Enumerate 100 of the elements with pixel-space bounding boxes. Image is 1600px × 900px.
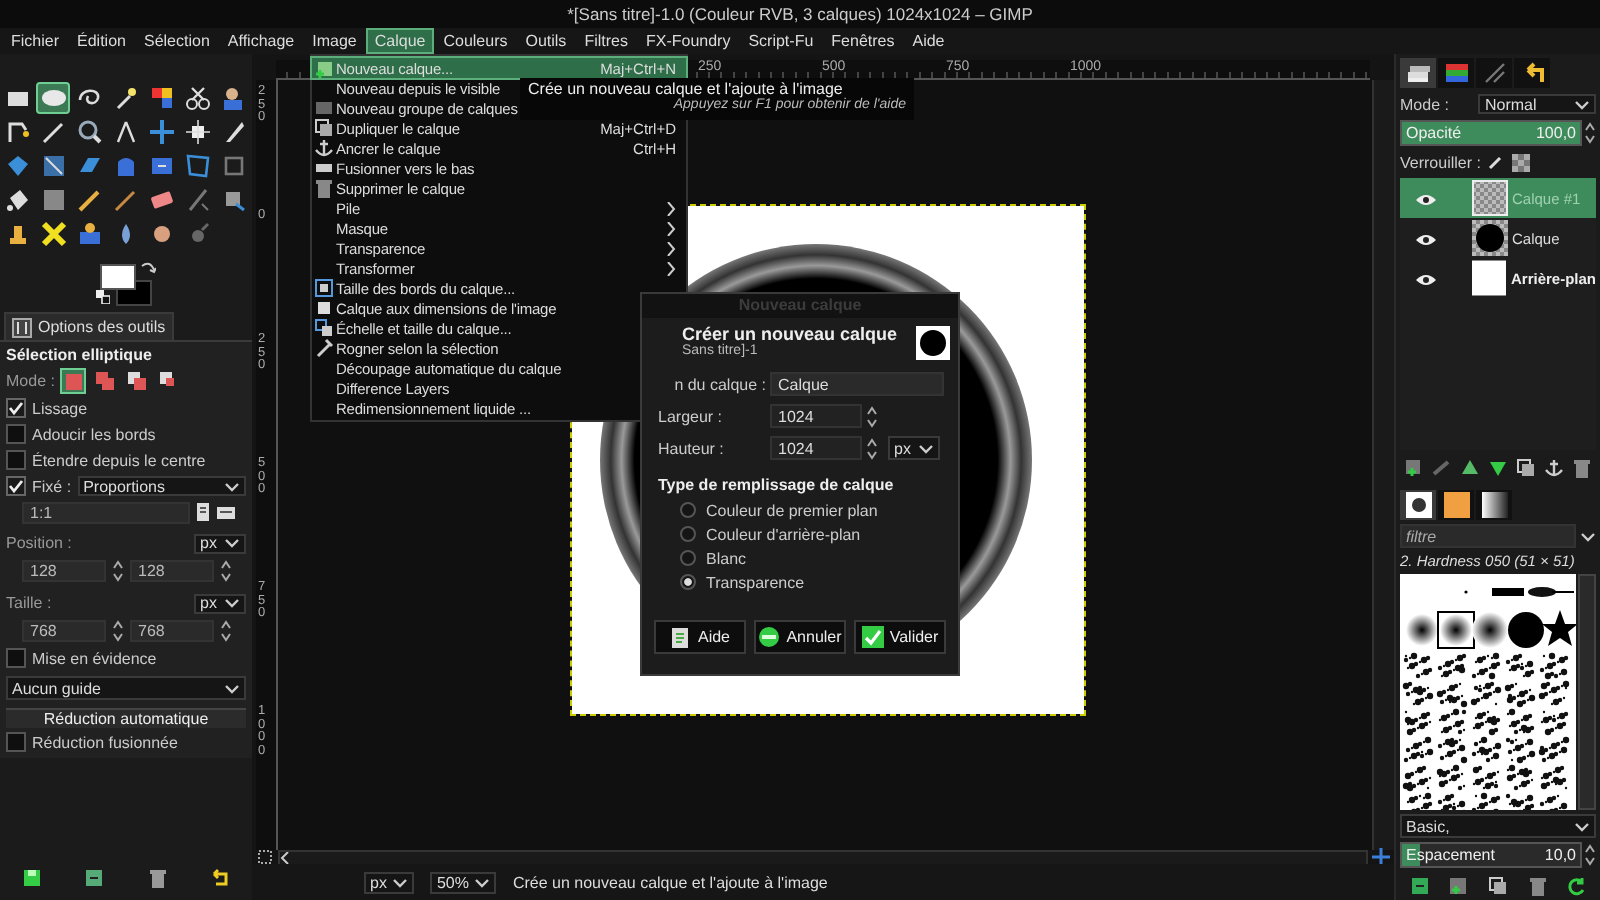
default-colors-icon[interactable] bbox=[96, 290, 110, 304]
spacing-slider[interactable]: Espacement 10,0 bbox=[1400, 842, 1582, 868]
trash-icon[interactable] bbox=[1572, 458, 1592, 478]
tool-button[interactable] bbox=[180, 116, 214, 148]
unit-dropdown[interactable]: px bbox=[194, 593, 246, 613]
window-title: *[Sans titre]-1.0 (Couleur RVB, 3 calques) 1024x1024 – GIMP bbox=[567, 4, 1033, 24]
checkbox-label: Mise en évidence bbox=[32, 649, 157, 667]
number-field[interactable]: 768 bbox=[130, 620, 214, 642]
tool-options-tab[interactable]: Options des outils bbox=[4, 312, 174, 340]
radio-button[interactable] bbox=[680, 526, 696, 542]
brush-lock-icon[interactable] bbox=[1488, 154, 1505, 170]
menubar-item[interactable]: Affichage bbox=[218, 28, 304, 54]
dock-tab[interactable] bbox=[1514, 58, 1550, 88]
menubar-item[interactable]: Édition bbox=[68, 28, 135, 54]
radio-label: Blanc bbox=[706, 549, 747, 567]
radio-button[interactable] bbox=[680, 574, 696, 590]
unit-dropdown[interactable]: px bbox=[364, 871, 415, 893]
radio-button[interactable] bbox=[680, 502, 696, 518]
checkbox[interactable] bbox=[6, 648, 26, 668]
checkbox[interactable] bbox=[6, 732, 26, 752]
mode-label: Mode : bbox=[6, 372, 55, 390]
menubar-item[interactable]: Aide bbox=[903, 28, 954, 54]
restore-icon[interactable] bbox=[84, 868, 105, 888]
refresh-icon[interactable] bbox=[1566, 876, 1587, 896]
dropdown[interactable]: Aucun guide bbox=[6, 676, 246, 700]
quick-mask-icon[interactable] bbox=[258, 850, 274, 864]
menubar-item[interactable]: Calque bbox=[365, 28, 435, 54]
menubar-item[interactable]: FX-Foundry bbox=[636, 28, 740, 54]
name-field[interactable]: Calque bbox=[770, 372, 944, 396]
tool-button[interactable] bbox=[180, 82, 214, 114]
tool-icon bbox=[147, 152, 175, 180]
ratio-field[interactable]: 1:1 bbox=[22, 501, 190, 523]
dock-tab[interactable] bbox=[1400, 58, 1436, 88]
unit-dropdown[interactable]: px bbox=[194, 533, 246, 553]
landscape-icon[interactable] bbox=[216, 505, 236, 519]
brush-grid-drawing[interactable] bbox=[1400, 574, 1576, 810]
menubar-item[interactable]: Fichier bbox=[2, 28, 69, 54]
swap-arrows-icon[interactable] bbox=[140, 260, 156, 276]
opacity-slider[interactable]: Opacité 100,0 bbox=[1400, 120, 1582, 146]
dropdown[interactable]: Proportions bbox=[77, 476, 246, 496]
reset-icon[interactable] bbox=[210, 868, 231, 888]
navigate-icon[interactable] bbox=[1372, 848, 1390, 866]
dock-tab[interactable] bbox=[1438, 58, 1474, 88]
tool-button[interactable] bbox=[36, 218, 70, 250]
raise-icon[interactable] bbox=[1460, 458, 1480, 478]
duplicate-icon[interactable] bbox=[1487, 876, 1508, 896]
number-field[interactable]: 1024 bbox=[770, 436, 862, 460]
menubar-item[interactable]: Image bbox=[303, 28, 366, 54]
menubar-item[interactable]: Outils bbox=[516, 28, 576, 54]
checkbox[interactable] bbox=[6, 398, 26, 418]
menubar-item[interactable]: Fenêtres bbox=[822, 28, 904, 54]
trash-icon[interactable] bbox=[1527, 876, 1548, 896]
tag-dropdown[interactable]: Basic, bbox=[1400, 814, 1596, 838]
caret-icon bbox=[918, 441, 934, 455]
dialog-heading: Créer un nouveau calque bbox=[682, 324, 900, 344]
lower-icon[interactable] bbox=[1488, 458, 1508, 478]
mode-button[interactable] bbox=[60, 368, 87, 394]
spin-arrows-icon bbox=[220, 620, 232, 642]
portrait-icon[interactable] bbox=[196, 502, 210, 522]
ok-button[interactable]: Valider bbox=[854, 620, 946, 654]
number-field[interactable]: 128 bbox=[130, 560, 214, 582]
number-field[interactable]: 128 bbox=[22, 560, 106, 582]
layer-thumbnail bbox=[1472, 220, 1508, 256]
filter-field[interactable]: filtre bbox=[1400, 524, 1576, 548]
dock-tab[interactable] bbox=[1438, 490, 1474, 520]
slider-value: 10,0 bbox=[1544, 846, 1576, 864]
new-brush-icon[interactable] bbox=[1448, 876, 1469, 896]
number-field[interactable]: 1024 bbox=[770, 404, 862, 428]
checker-lock-icon[interactable] bbox=[1512, 153, 1531, 171]
menubar-item[interactable]: Filtres bbox=[575, 28, 637, 54]
cancel-button[interactable]: Annuler bbox=[754, 620, 846, 654]
caret-icon bbox=[224, 596, 240, 610]
tool-icon bbox=[147, 118, 175, 146]
save-icon[interactable] bbox=[21, 868, 42, 888]
auto-shrink-button[interactable]: Réduction automatique bbox=[6, 708, 246, 728]
dock-tab[interactable] bbox=[1400, 490, 1436, 520]
zoom-dropdown[interactable]: 50% bbox=[430, 871, 497, 893]
new-layer-icon[interactable] bbox=[1404, 458, 1424, 478]
number-field[interactable]: 768 bbox=[22, 620, 106, 642]
scrollbar[interactable] bbox=[1578, 574, 1596, 810]
help-button[interactable]: Aide bbox=[654, 620, 746, 654]
color-swatches-drawing[interactable] bbox=[100, 264, 154, 306]
channels-icon bbox=[1443, 60, 1469, 86]
duplicate-icon[interactable] bbox=[1516, 458, 1536, 478]
checkbox[interactable] bbox=[6, 424, 26, 444]
menubar-item[interactable]: Couleurs bbox=[434, 28, 517, 54]
vertical-scrollbar[interactable] bbox=[1372, 80, 1394, 850]
mode-dropdown[interactable]: Normal bbox=[1478, 94, 1596, 114]
selection-mode-icon bbox=[94, 370, 117, 392]
menubar-item[interactable]: Script-Fu bbox=[739, 28, 823, 54]
checkbox[interactable] bbox=[6, 450, 26, 470]
anchor-icon[interactable] bbox=[1544, 458, 1564, 478]
radio-button[interactable] bbox=[680, 550, 696, 566]
unit-dropdown[interactable]: px bbox=[888, 436, 940, 460]
mode-button[interactable] bbox=[124, 368, 151, 394]
dock-tab[interactable] bbox=[1476, 490, 1512, 520]
brush-minus-icon[interactable] bbox=[1409, 876, 1430, 896]
trash-icon[interactable] bbox=[147, 868, 168, 888]
checkbox[interactable] bbox=[6, 476, 26, 496]
menubar-item[interactable]: Sélection bbox=[134, 28, 219, 54]
